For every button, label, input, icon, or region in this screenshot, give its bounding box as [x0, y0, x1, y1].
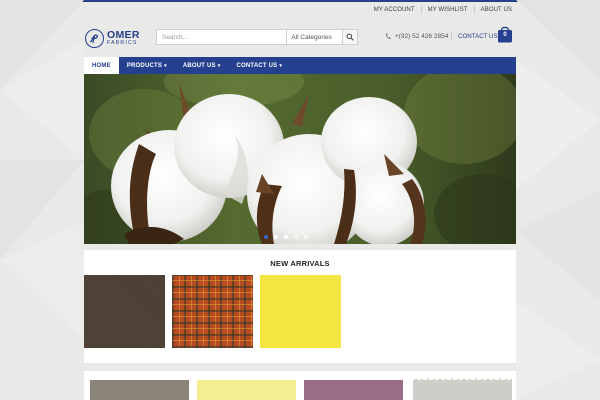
chevron-down-icon: ▾: [217, 62, 221, 69]
nav-item-home[interactable]: HOME: [84, 57, 119, 74]
product-swatch-yellow[interactable]: [260, 275, 341, 348]
logo-name: OMER: [107, 28, 140, 41]
product-swatch-brown[interactable]: [84, 275, 165, 348]
search-button[interactable]: [342, 30, 357, 44]
divider: [420, 6, 422, 13]
cart-count: 0: [503, 32, 507, 38]
divider: [473, 6, 475, 13]
chevron-down-icon: ▾: [279, 62, 283, 69]
slider-pagination: [264, 235, 314, 239]
phone-icon: [385, 33, 391, 39]
search-bar: All Categories: [156, 29, 358, 45]
product-swatch-plaid[interactable]: [172, 275, 253, 348]
slider-dot[interactable]: [264, 235, 268, 239]
pinked-edge: [413, 378, 512, 382]
slider-dot[interactable]: [304, 235, 308, 239]
logo[interactable]: OMER FABRICS: [85, 27, 145, 49]
product-swatch-taupe[interactable]: [90, 380, 189, 400]
product-swatch-lemon[interactable]: [197, 380, 296, 400]
my-wishlist-link[interactable]: MY WISHLIST: [428, 7, 468, 13]
category-select[interactable]: All Categories: [286, 30, 342, 44]
header-contact-us-link[interactable]: CONTACT US: [458, 33, 498, 40]
slider-dot[interactable]: [274, 235, 278, 239]
nav-item-about-us[interactable]: ABOUT US ▾: [175, 57, 229, 74]
phone-text: +(92) 52 426 2854: [395, 33, 449, 40]
logo-mark-icon: [85, 28, 104, 48]
about-us-link[interactable]: ABOUT US: [481, 7, 512, 13]
search-icon: [346, 33, 354, 41]
product-swatch-mauve[interactable]: [304, 380, 403, 400]
nav-label: CONTACT US: [236, 62, 278, 69]
nav-item-contact-us[interactable]: CONTACT US ▾: [228, 57, 290, 74]
top-utility-nav: MY ACCOUNT MY WISHLIST ABOUT US: [374, 6, 512, 13]
new-arrivals-section: NEW ARRIVALS: [84, 250, 516, 363]
divider: [451, 32, 452, 41]
chevron-down-icon: ▾: [164, 62, 167, 69]
nav-item-products[interactable]: PRODUCTS ▾: [119, 57, 175, 74]
product-row-section: [84, 371, 516, 400]
product-swatch-grey[interactable]: [413, 380, 512, 400]
my-account-link[interactable]: MY ACCOUNT: [374, 7, 415, 13]
cotton-boll-image: [84, 74, 516, 244]
search-input[interactable]: [157, 30, 287, 44]
slider-dot[interactable]: [294, 235, 298, 239]
section-title: NEW ARRIVALS: [270, 259, 330, 268]
nav-label: PRODUCTS: [126, 62, 163, 69]
phone-number: +(92) 52 426 2854: [385, 33, 448, 40]
logo-subtitle: FABRICS: [107, 40, 138, 47]
cart-button[interactable]: 0: [497, 25, 513, 43]
slider-dot[interactable]: [284, 235, 288, 239]
nav-label: ABOUT US: [182, 62, 216, 69]
main-navigation: HOME PRODUCTS ▾ ABOUT US ▾ CONTACT US ▾: [84, 57, 516, 74]
nav-label: HOME: [92, 62, 111, 69]
hero-slider[interactable]: [84, 74, 516, 244]
